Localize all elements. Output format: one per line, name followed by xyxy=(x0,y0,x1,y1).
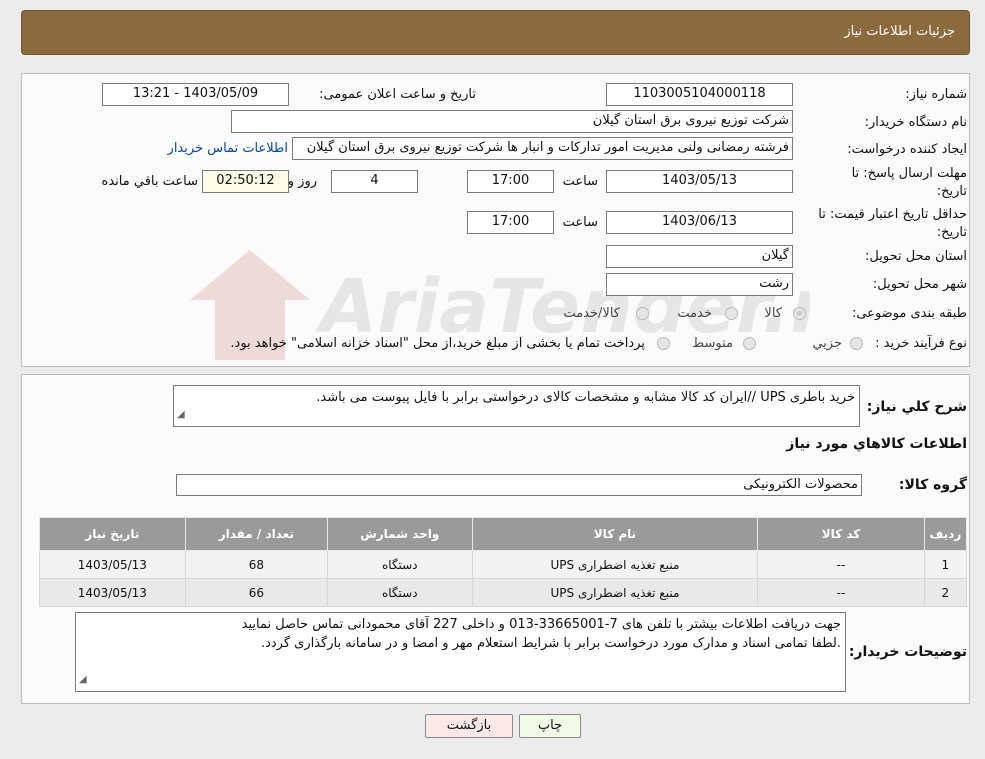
deadline-label: مهلت ارسال پاسخ: تا xyxy=(851,166,967,181)
print-button[interactable]: چاپ xyxy=(519,714,581,738)
col-unit-header: واحد شمارش xyxy=(327,517,473,551)
category-option-service: خدمت xyxy=(677,306,712,321)
goods-group-field: محصولات الکترونیکی xyxy=(176,474,862,496)
process-radio-medium[interactable] xyxy=(743,337,756,350)
table-header-row: ردیف کد کالا نام کالا واحد شمارش تعداد /… xyxy=(39,517,968,551)
category-radio-service[interactable] xyxy=(725,307,738,320)
contact-info-link[interactable]: اطلاعات تماس خریدار xyxy=(168,141,288,156)
validity-label: حداقل تاریخ اعتبار قیمت: تا xyxy=(818,207,967,222)
process-option-minor: جزیي xyxy=(812,336,842,351)
cell-date: 1403/05/13 xyxy=(39,578,186,607)
category-radio-goods[interactable] xyxy=(793,307,806,320)
cell-unit: دستگاه xyxy=(327,578,473,607)
process-note: پرداخت تمام یا بخشی از مبلغ خرید،از محل … xyxy=(230,336,645,351)
buyer-notes-line-2: .لطفا تمامی اسناد و مدارک مورد درخواست ب… xyxy=(260,636,841,651)
category-radio-goods-service[interactable] xyxy=(636,307,649,320)
validity-label-date: تاریخ: xyxy=(936,225,967,240)
cell-row: 2 xyxy=(923,578,968,607)
deadline-time-label: ساعت xyxy=(562,174,598,189)
need-number-field: 1103005104000118 xyxy=(606,83,793,106)
buyer-notes-textarea: جهت دریافت اطلاعات بیشتر با تلفن های 7-3… xyxy=(75,612,846,692)
requester-field: فرشته رمضانی ولنی مدیریت امور تدارکات و … xyxy=(292,137,793,160)
remaining-time-field: 02:50:12 xyxy=(202,170,289,193)
category-option-goods-service: کالا/خدمت xyxy=(563,306,620,321)
goods-group-label: گروه کالا: xyxy=(898,477,967,493)
cell-qty: 68 xyxy=(184,550,329,579)
need-number-label: شماره نیاز: xyxy=(905,87,967,102)
process-treasury-checkbox[interactable] xyxy=(657,337,670,350)
summary-label: شرح کلي نیاز: xyxy=(866,399,967,415)
resize-grip-icon[interactable]: ◢ xyxy=(79,670,87,689)
requester-label: ایجاد کننده درخواست: xyxy=(847,142,967,157)
summary-textarea: خرید باطری UPS //ایران کد کالا مشابه و م… xyxy=(173,385,860,427)
col-row-header: ردیف xyxy=(923,517,968,551)
col-name-header: نام کالا xyxy=(471,517,759,551)
category-label: طبقه بندی موضوعی: xyxy=(851,306,967,321)
summary-text: خرید باطری UPS //ایران کد کالا مشابه و م… xyxy=(316,390,855,405)
col-code-header: کد کالا xyxy=(757,517,925,551)
page-header: جزئیات اطلاعات نیاز xyxy=(21,10,970,55)
cell-unit: دستگاه xyxy=(327,550,473,579)
cell-name: منبع تغذیه اضطراری UPS xyxy=(471,550,759,579)
process-label: نوع فرآیند خرید : xyxy=(875,336,967,351)
cell-date: 1403/05/13 xyxy=(39,550,186,579)
cell-name: منبع تغذیه اضطراری UPS xyxy=(471,578,759,607)
days-field: 4 xyxy=(331,170,418,193)
days-label: روز و xyxy=(287,174,317,189)
goods-table: ردیف کد کالا نام کالا واحد شمارش تعداد /… xyxy=(39,517,968,607)
city-field: رشت xyxy=(606,273,793,296)
process-radio-minor[interactable] xyxy=(850,337,863,350)
province-field: گیلان xyxy=(606,245,793,268)
cell-code: -- xyxy=(757,578,925,607)
cell-code: -- xyxy=(757,550,925,579)
cell-row: 1 xyxy=(923,550,968,579)
goods-info-title: اطلاعات کالاهاي مورد نیاز xyxy=(786,436,967,452)
validity-date-field: 1403/06/13 xyxy=(606,211,793,234)
cell-qty: 66 xyxy=(184,578,329,607)
page-title: جزئیات اطلاعات نیاز xyxy=(844,24,955,39)
category-option-goods: کالا xyxy=(764,306,782,321)
deadline-time-field: 17:00 xyxy=(467,170,554,193)
city-label: شهر محل تحویل: xyxy=(872,277,967,292)
validity-time-field: 17:00 xyxy=(467,211,554,234)
remaining-label: ساعت باقي مانده xyxy=(101,174,198,189)
announce-field: 1403/05/09 - 13:21 xyxy=(102,83,289,106)
back-button[interactable]: بازگشت xyxy=(425,714,513,738)
process-option-medium: متوسط xyxy=(692,336,733,351)
announce-label: تاریخ و ساعت اعلان عمومی: xyxy=(319,87,476,102)
deadline-label-date: تاریخ: xyxy=(936,184,967,199)
validity-time-label: ساعت xyxy=(562,215,598,230)
buyer-notes-line-1: جهت دریافت اطلاعات بیشتر با تلفن های 7-3… xyxy=(241,617,841,632)
buyer-notes-label: توضیحات خریدار: xyxy=(848,644,967,660)
buyer-org-field: شرکت توزیع نیروی برق استان گیلان xyxy=(231,110,793,133)
table-row: 1 -- منبع تغذیه اضطراری UPS دستگاه 68 14… xyxy=(39,550,968,579)
col-qty-header: تعداد / مقدار xyxy=(184,517,329,551)
table-row: 2 -- منبع تغذیه اضطراری UPS دستگاه 66 14… xyxy=(39,578,968,607)
buyer-org-label: نام دستگاه خریدار: xyxy=(864,115,967,130)
province-label: استان محل تحویل: xyxy=(865,249,967,264)
resize-grip-icon[interactable]: ◢ xyxy=(177,405,185,424)
deadline-date-field: 1403/05/13 xyxy=(606,170,793,193)
col-date-header: تاریخ نیاز xyxy=(39,517,186,551)
